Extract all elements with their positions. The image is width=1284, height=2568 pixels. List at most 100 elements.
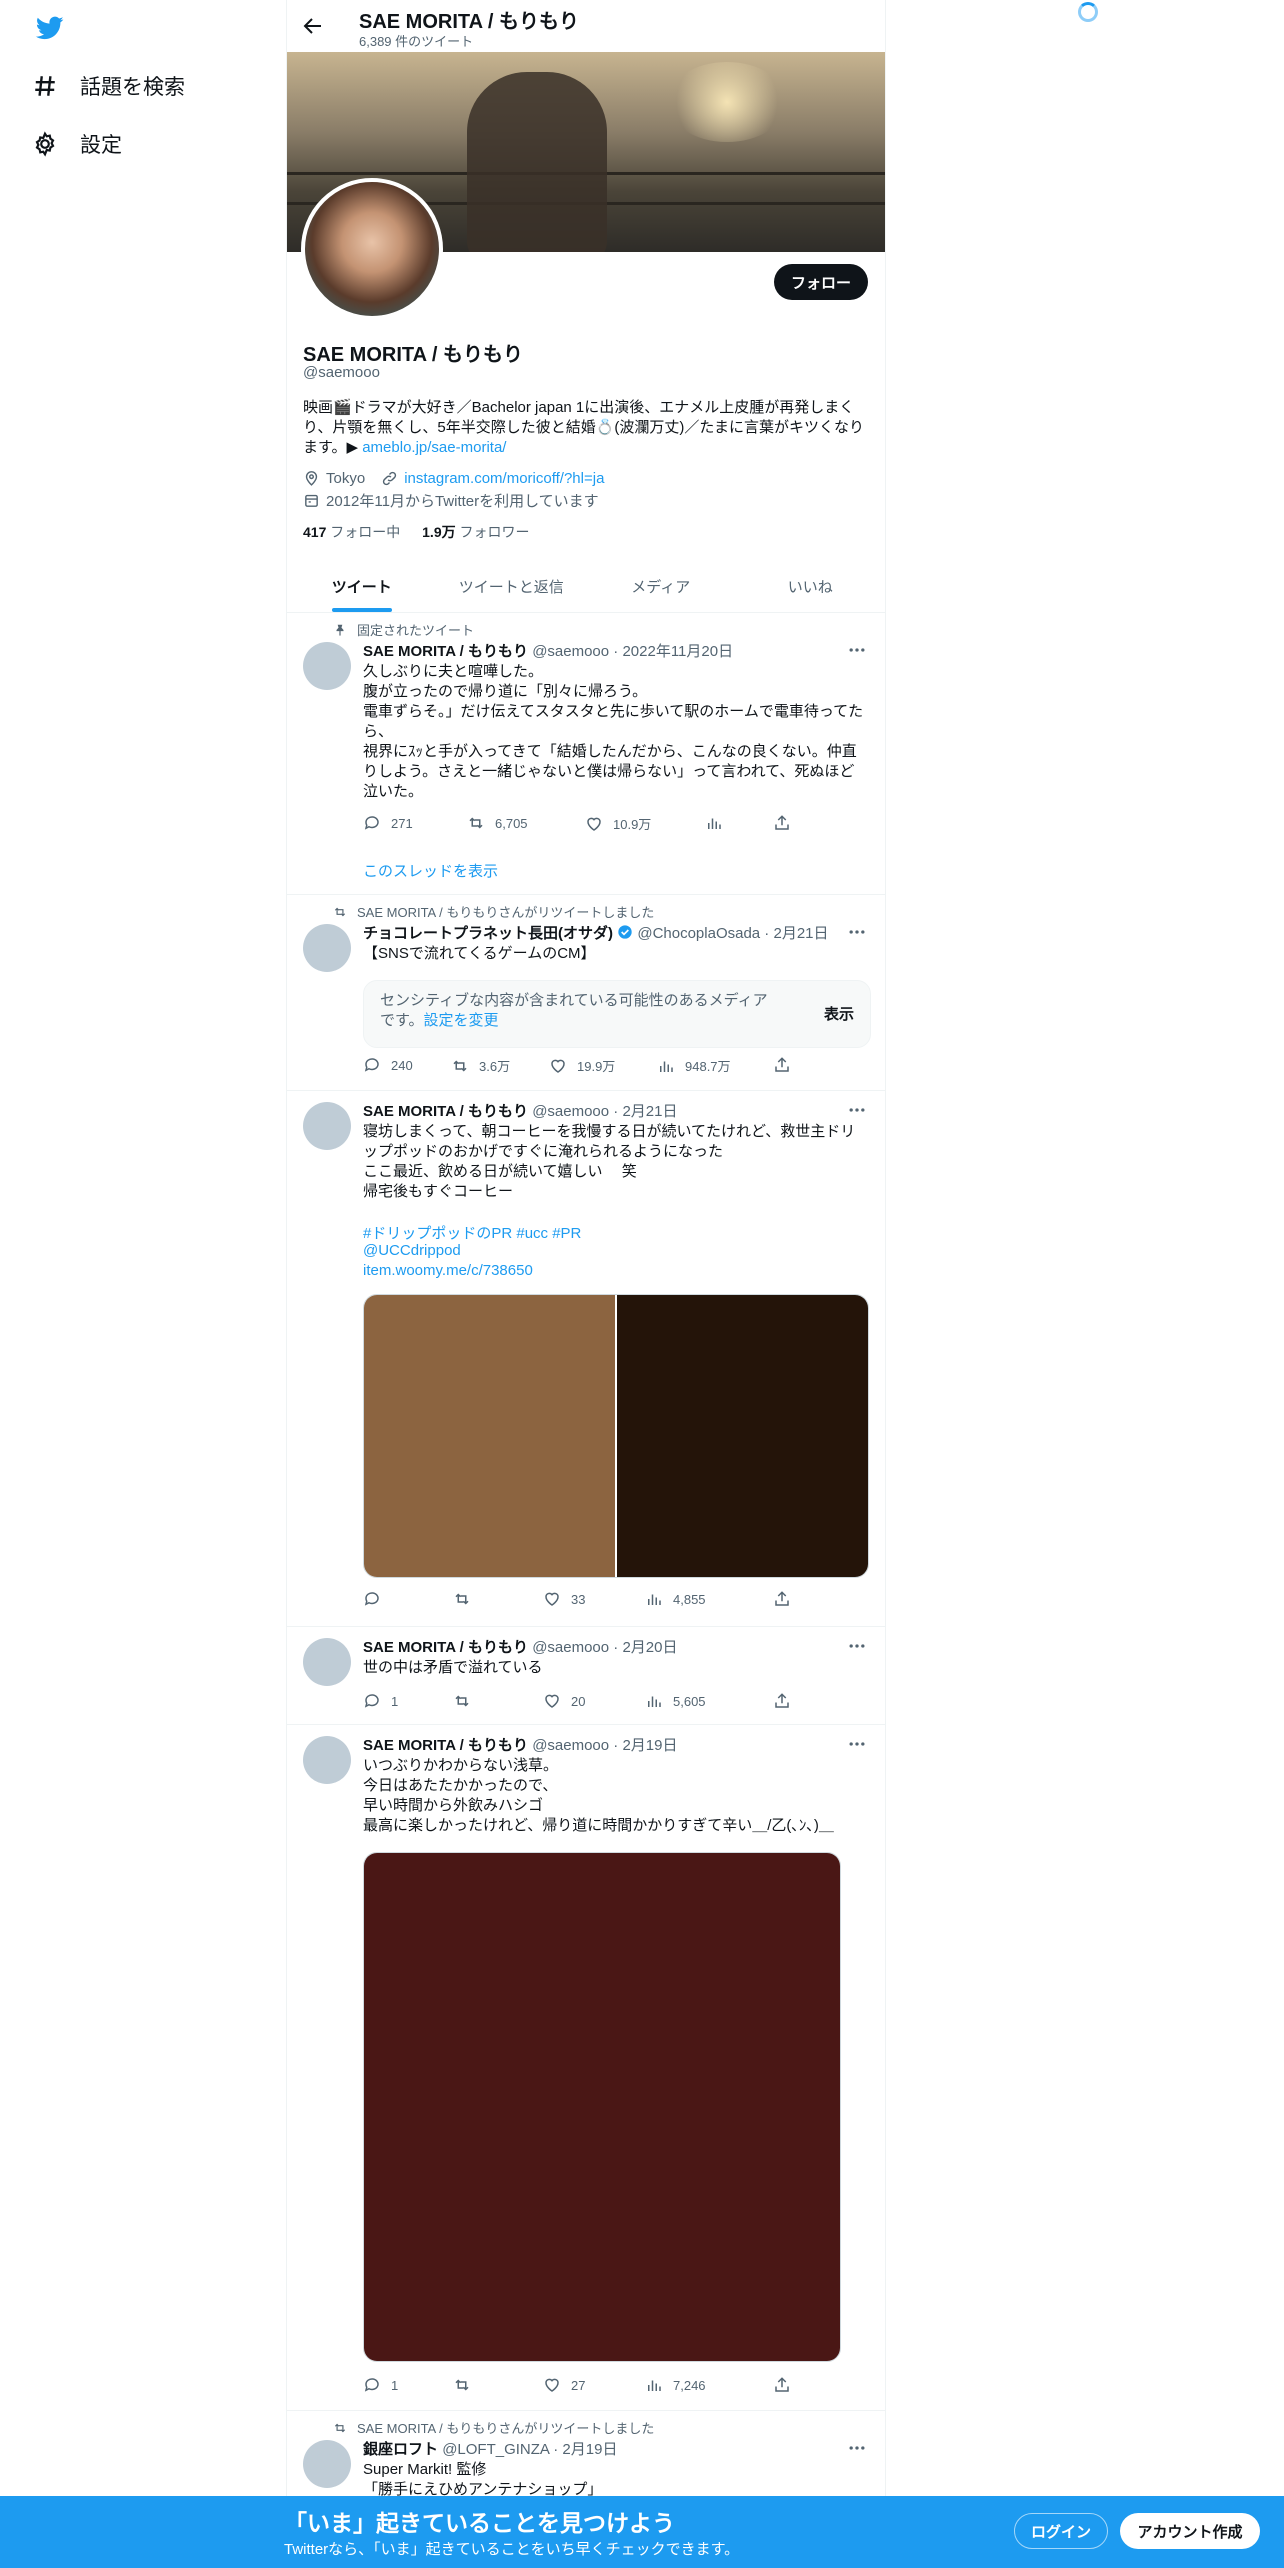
like-count: 19.9万 [577,1059,616,1074]
retweet-button[interactable]: 6,705 [467,814,528,832]
tweet-avatar[interactable] [303,924,351,972]
like-count: 33 [571,1591,586,1607]
more-options-icon[interactable] [847,922,867,942]
like-button[interactable]: 20 [543,1692,585,1710]
tweet-link[interactable]: item.woomy.me/c/738650 [363,1262,533,1279]
twitter-logo-icon[interactable] [34,14,66,42]
views-button[interactable]: 5,605 [645,1692,706,1710]
reply-button[interactable] [363,1590,391,1608]
back-arrow-icon[interactable] [301,14,325,38]
following-count: 417 [303,524,327,540]
tweet-mention[interactable]: @UCCdrippod [363,1242,461,1259]
tweet-actions: 240 3.6万 19.9万 948.7万 [363,1056,793,1076]
share-button[interactable] [773,2376,791,2394]
tweet-media-grid [363,1294,869,1578]
profile-handle: @saemooo [303,364,380,381]
tab-media[interactable]: メディア [586,560,736,612]
tweet-media-image[interactable] [617,1295,868,1577]
profile-website-link[interactable]: instagram.com/moricoff/?hl=ja [404,470,604,487]
more-options-icon[interactable] [847,1636,867,1656]
following-link[interactable]: 417 フォロー中 [303,524,400,540]
tweet-author-name[interactable]: SAE MORITA / もりもり [363,1103,528,1120]
heart-icon [545,1592,559,1606]
views-button[interactable]: 4,855 [645,1590,706,1608]
nav-item-settings[interactable]: 設定 [32,124,122,164]
tweet-media-image[interactable] [364,1295,615,1577]
views-button[interactable]: 7,246 [645,2376,706,2394]
tweet-actions: 1 20 5,605 [363,1692,793,1712]
like-button[interactable]: 10.9万 [585,814,651,833]
retweet-button[interactable]: 3.6万 [451,1056,510,1075]
show-thread-link[interactable]: このスレッドを表示 [363,860,498,881]
nav-item-explore[interactable]: 話題を検索 [32,66,185,106]
retweet-context-label: SAE MORITA / もりもりさんがリツイートしました [357,2421,655,2436]
profile-name: SAE MORITA / もりもり [303,344,523,366]
tweet-author-name[interactable]: 銀座ロフト [363,2441,438,2458]
show-media-button[interactable]: 表示 [824,1003,854,1024]
reply-button[interactable]: 1 [363,1692,398,1710]
retweet-context: SAE MORITA / もりもりさんがリツイートしました [333,2418,654,2437]
tweet-avatar[interactable] [303,2440,351,2488]
profile-avatar[interactable] [301,178,443,320]
tweet[interactable]: SAE MORITA / もりもり @saemooo · 2月19日 いつぶりか… [287,1724,885,2411]
tweet-author-name[interactable]: SAE MORITA / もりもり [363,643,528,660]
tweet-author-name[interactable]: SAE MORITA / もりもり [363,1737,528,1754]
reply-button[interactable]: 271 [363,814,413,832]
followers-label: フォロワー [459,524,530,540]
view-count: 7,246 [673,2377,706,2393]
retweet-button[interactable] [453,1590,481,1608]
bio-link[interactable]: ameblo.jp/sae-morita/ [362,439,506,456]
tweet-hashtags[interactable]: #ドリップポッドのPR #ucc #PR [363,1222,581,1243]
more-options-icon[interactable] [847,1734,867,1754]
signup-button[interactable]: アカウント作成 [1120,2513,1260,2549]
tweet-author-name[interactable]: SAE MORITA / もりもり [363,1639,528,1656]
profile-tabs: ツイート ツイートと返信 メディア いいね [287,560,885,613]
profile-header-bar: SAE MORITA / もりもり 6,389 件のツイート [287,0,885,52]
tweet-avatar[interactable] [303,642,351,690]
change-settings-link[interactable]: 設定を変更 [424,1012,499,1029]
tab-tweets[interactable]: ツイート [287,560,437,612]
retweet-button[interactable] [453,1692,481,1710]
views-chart-icon [648,2380,661,2391]
tweet-avatar[interactable] [303,1102,351,1150]
share-button[interactable] [773,1056,791,1074]
tweet-avatar[interactable] [303,1736,351,1784]
tweet-text: 世の中は矛盾で溢れている [363,1659,543,1676]
followers-link[interactable]: 1.9万 フォロワー [422,524,529,540]
share-button[interactable] [773,1590,791,1608]
views-button[interactable] [705,814,723,832]
views-chart-icon [660,1061,673,1072]
tweet[interactable]: SAE MORITA / もりもり @saemooo · 2月20日 世の中は矛… [287,1626,885,1725]
reply-icon [364,1058,379,1072]
more-options-icon[interactable] [847,2438,867,2458]
more-options-icon[interactable] [847,640,867,660]
reply-button[interactable]: 240 [363,1056,413,1074]
views-button[interactable]: 948.7万 [657,1056,731,1075]
more-options-icon[interactable] [847,1100,867,1120]
login-button[interactable]: ログイン [1014,2513,1108,2549]
tweet-author-name[interactable]: チョコレートプラネット長田(オサダ) [363,925,613,942]
share-button[interactable] [773,1692,791,1710]
link-icon [383,471,397,486]
like-button[interactable]: 33 [543,1590,585,1608]
tweet-header: 銀座ロフト @LOFT_GINZA · 2月19日 [363,2438,617,2459]
tab-tweets-and-replies[interactable]: ツイートと返信 [437,560,587,612]
like-count: 10.9万 [613,817,652,832]
profile-joined-row: 2012年11月からTwitterを利用しています [303,490,599,511]
like-button[interactable]: 27 [543,2376,585,2394]
loading-spinner-icon [1078,2,1098,22]
like-button[interactable]: 19.9万 [549,1056,615,1075]
tab-likes[interactable]: いいね [736,560,886,612]
tweet-avatar[interactable] [303,1638,351,1686]
share-button[interactable] [773,814,791,832]
views-chart-icon [648,1594,661,1605]
tweet[interactable]: SAE MORITA / もりもり @saemooo · 2月21日 寝坊しまく… [287,1090,885,1627]
reply-button[interactable]: 1 [363,2376,398,2394]
tweet[interactable]: SAE MORITA / もりもりさんがリツイートしました チョコレートプラネッ… [287,894,885,1091]
tweet[interactable]: 固定されたツイート SAE MORITA / もりもり @saemooo · 2… [287,612,885,895]
retweet-button[interactable] [453,2376,481,2394]
like-count: 27 [571,2377,586,2393]
follow-button[interactable]: フォロー [774,264,868,300]
tweet-media-image[interactable] [364,1853,840,2361]
retweet-icon [453,1059,467,1072]
